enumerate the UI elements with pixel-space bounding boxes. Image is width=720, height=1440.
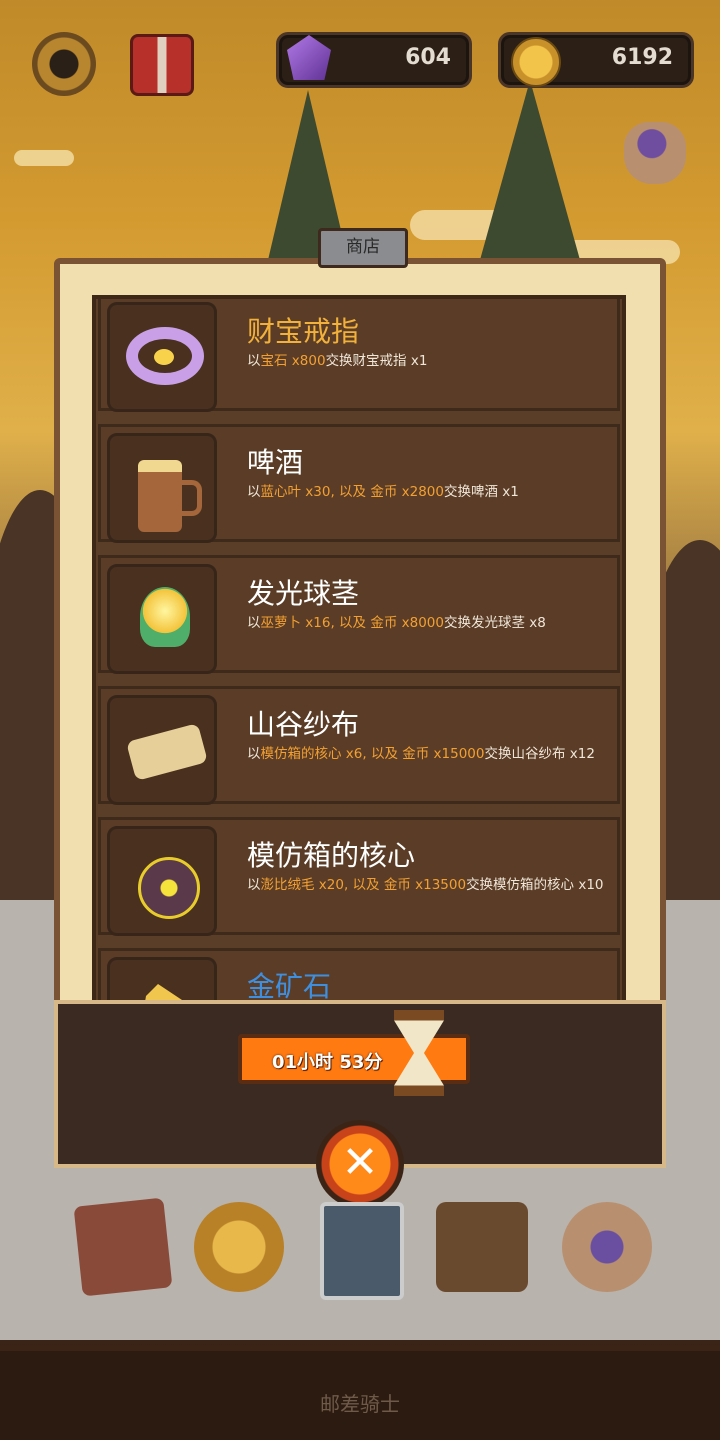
cards-icon[interactable]	[320, 1202, 404, 1300]
timer-text: 01小时 53分	[272, 1052, 383, 1073]
item-slot	[107, 564, 217, 674]
coin-count: 6192	[611, 45, 673, 70]
star-coin-icon[interactable]	[194, 1202, 284, 1292]
book-icon[interactable]	[73, 1197, 173, 1297]
bottom-label: 邮差骑士	[320, 1392, 400, 1416]
item-slot	[107, 302, 217, 412]
item-name: 发光球茎	[247, 577, 360, 610]
item-description: 以蓝心叶 x30, 以及 金币 x2800交换啤酒 x1	[247, 484, 519, 500]
mimic-core-icon	[138, 857, 200, 919]
shop-item[interactable]: 山谷纱布 以模仿箱的核心 x6, 以及 金币 x15000交换山谷纱布 x12	[98, 686, 620, 805]
settings-gear-icon[interactable]	[32, 32, 96, 96]
item-name: 啤酒	[247, 446, 304, 479]
pine-tree	[480, 80, 580, 260]
item-slot	[107, 433, 217, 543]
item-name: 金矿石	[247, 970, 332, 1003]
ring-icon	[126, 327, 204, 385]
close-button[interactable]: ✕	[316, 1120, 404, 1208]
item-description: 以澎比绒毛 x20, 以及 金币 x13500交换模仿箱的核心 x10	[247, 877, 604, 893]
gem-count: 604	[405, 45, 451, 70]
gem-counter: 604	[276, 32, 472, 88]
shop-item[interactable]: 模仿箱的核心 以澎比绒毛 x20, 以及 金币 x13500交换模仿箱的核心 x…	[98, 817, 620, 936]
shop-tab-label: 商店	[318, 228, 408, 268]
treasure-bag-icon[interactable]	[562, 1202, 652, 1292]
shop-item[interactable]: 啤酒 以蓝心叶 x30, 以及 金币 x2800交换啤酒 x1	[98, 424, 620, 543]
item-description: 以巫萝卜 x16, 以及 金币 x8000交换发光球茎 x8	[247, 615, 546, 631]
item-name: 财宝戒指	[247, 315, 360, 348]
shop-list[interactable]: 财宝戒指 以宝石 x800交换财宝戒指 x1 啤酒 以蓝心叶 x30, 以及 金…	[92, 295, 626, 1007]
glowing-bulb-icon	[140, 587, 190, 647]
item-description: 以模仿箱的核心 x6, 以及 金币 x15000交换山谷纱布 x12	[247, 746, 595, 762]
item-slot	[107, 695, 217, 805]
item-name: 山谷纱布	[247, 708, 360, 741]
beer-icon	[138, 460, 202, 532]
scroll-cloth-icon	[126, 723, 208, 781]
item-name: 模仿箱的核心	[247, 839, 416, 872]
shop-item[interactable]: 金矿石	[98, 948, 620, 1003]
treasure-sack-icon[interactable]	[624, 122, 686, 184]
backpack-icon[interactable]	[436, 1202, 528, 1292]
shop-item[interactable]: 发光球茎 以巫萝卜 x16, 以及 金币 x8000交换发光球茎 x8	[98, 555, 620, 674]
coin-icon	[511, 37, 561, 87]
item-slot	[107, 826, 217, 936]
item-description: 以宝石 x800交换财宝戒指 x1	[247, 353, 428, 369]
shop-item[interactable]: 财宝戒指 以宝石 x800交换财宝戒指 x1	[98, 299, 620, 412]
gift-box-icon[interactable]	[130, 34, 194, 96]
cloud	[14, 150, 74, 166]
coin-counter: 6192	[498, 32, 694, 88]
gem-icon	[287, 35, 331, 80]
